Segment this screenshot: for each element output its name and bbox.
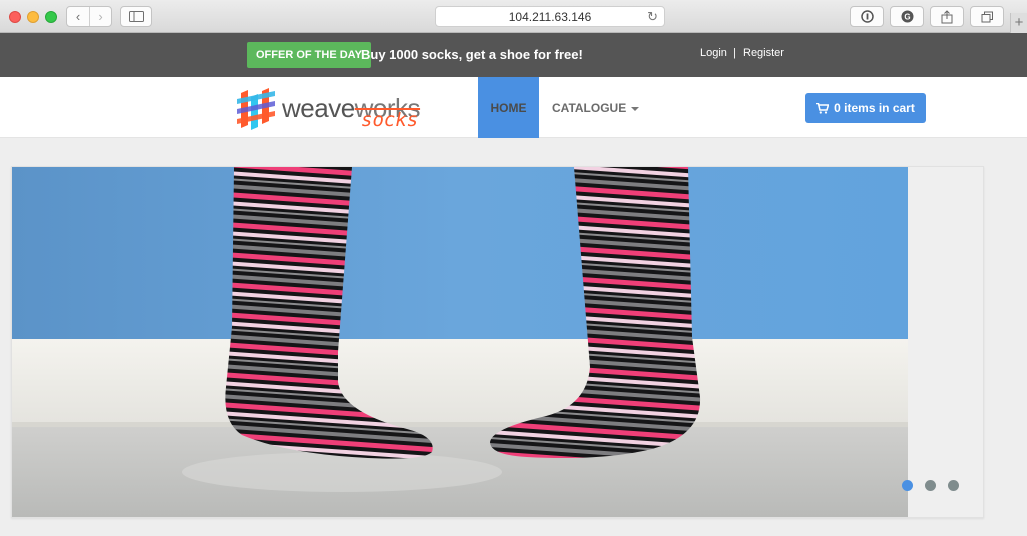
tabs-icon <box>981 11 993 22</box>
carousel-dot-2[interactable] <box>925 480 936 491</box>
top-bar: OFFER OF THE DAY Buy 1000 socks, get a s… <box>0 33 1027 77</box>
carousel-indicators <box>902 480 959 491</box>
register-link[interactable]: Register <box>743 47 784 59</box>
main-navbar: weaveworks socks HOME CATALOGUE 0 items … <box>0 77 1027 138</box>
logo-weave-text: weave <box>282 93 355 123</box>
hero-carousel[interactable] <box>11 166 984 518</box>
share-button[interactable] <box>930 6 964 27</box>
cart-button[interactable]: 0 items in cart <box>805 93 926 123</box>
shopping-cart-icon <box>816 102 830 114</box>
link-separator: | <box>733 47 736 59</box>
brand-logo[interactable]: weaveworks socks <box>235 87 445 131</box>
cart-label: 0 items in cart <box>834 101 915 115</box>
carousel-dot-3[interactable] <box>948 480 959 491</box>
share-icon <box>941 9 953 23</box>
logo-socks-text: socks <box>361 109 419 131</box>
svg-text:G: G <box>904 13 910 22</box>
reload-icon[interactable]: ↻ <box>647 9 658 25</box>
weaveworks-logo-mark-icon <box>237 88 275 130</box>
carousel-dot-1[interactable] <box>902 480 913 491</box>
caret-down-icon <box>631 106 640 111</box>
tabs-overview-button[interactable] <box>970 6 1004 27</box>
sidebar-icon <box>128 11 144 22</box>
nav-catalogue-label: CATALOGUE <box>552 101 627 115</box>
close-window-button[interactable] <box>9 11 21 23</box>
url-text: 104.211.63.146 <box>508 9 592 24</box>
minimize-window-button[interactable] <box>27 11 39 23</box>
history-nav: ‹ › <box>66 6 112 27</box>
new-tab-button[interactable]: + <box>1010 13 1027 33</box>
nav-catalogue-dropdown[interactable]: CATALOGUE <box>552 101 640 115</box>
address-bar[interactable]: 104.211.63.146 ↻ <box>435 6 665 27</box>
hero-slide-image <box>12 167 908 517</box>
sidebar-toggle-button[interactable] <box>120 6 152 27</box>
browser-toolbar: ‹ › 104.211.63.146 ↻ G + <box>0 0 1027 33</box>
offer-badge[interactable]: OFFER OF THE DAY <box>247 42 371 68</box>
nav-home[interactable]: HOME <box>478 77 539 138</box>
zoom-window-button[interactable] <box>45 11 57 23</box>
login-link[interactable]: Login <box>700 47 727 59</box>
offer-text: Buy 1000 socks, get a shoe for free! <box>361 47 583 62</box>
info-circle-icon <box>860 10 874 23</box>
grammarly-icon: G <box>901 10 913 23</box>
grammarly-button[interactable]: G <box>890 6 924 27</box>
forward-icon[interactable]: › <box>89 7 111 26</box>
back-icon[interactable]: ‹ <box>67 7 89 26</box>
reader-button[interactable] <box>850 6 884 27</box>
